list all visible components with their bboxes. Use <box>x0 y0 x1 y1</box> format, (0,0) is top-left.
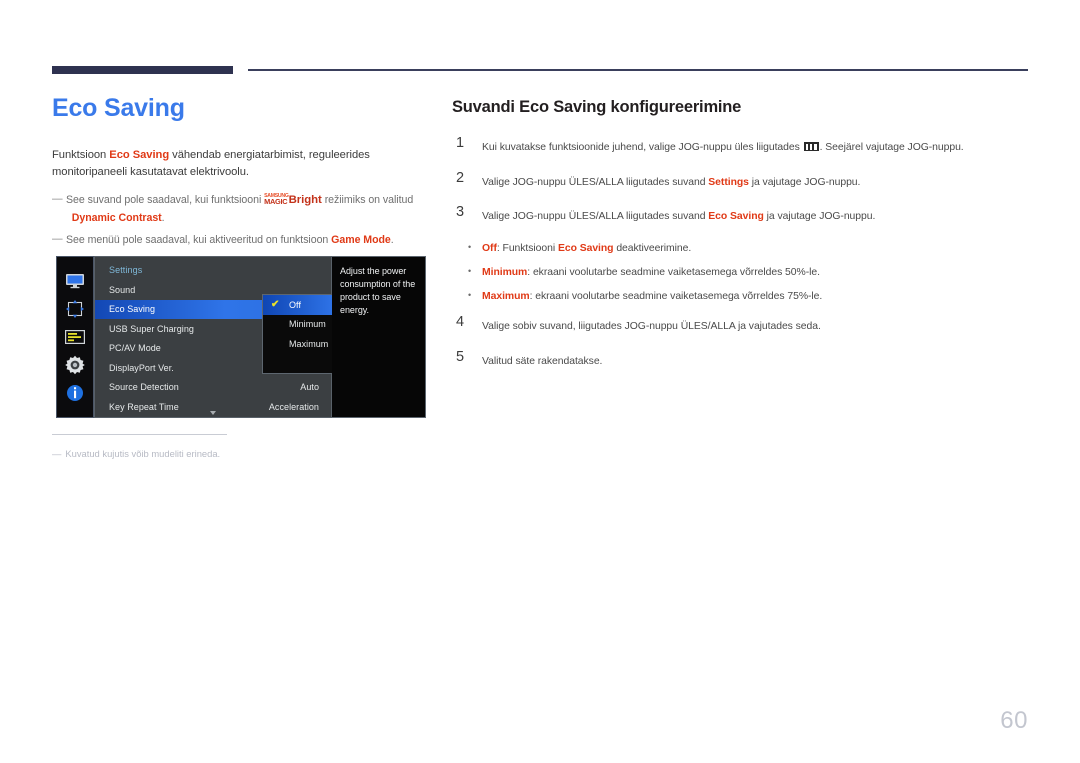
page-title: Eco Saving <box>52 94 185 122</box>
step-2-pre: Valige JOG-nuppu ÜLES/ALLA liigutades su… <box>482 176 709 188</box>
step-number: 3 <box>456 204 465 221</box>
note1-bold: Dynamic Contrast <box>71 211 162 224</box>
note-dynamic-contrast: ― See suvand pole saadaval, kui funktsioo… <box>52 192 432 225</box>
information-icon <box>64 383 86 403</box>
step-5: 5 Valitud säte rakendatakse. <box>452 348 1032 370</box>
onscreen-display-icon <box>64 327 86 347</box>
manual-page: Eco Saving Funktsioon Eco Saving vähenda… <box>0 0 1080 763</box>
step-1-pre: Kui kuvatakse funktsioonide juhend, vali… <box>482 142 803 153</box>
osd-submenu-label: Off <box>289 299 301 310</box>
page-number: 60 <box>1000 707 1028 734</box>
option-desc-bold: Eco Saving <box>557 242 614 254</box>
note2-end: . <box>390 233 394 246</box>
step-1-post: . Seejärel vajutage JOG-nuppu. <box>819 142 964 153</box>
note1-end: . <box>161 211 165 224</box>
note2-bold: Game Mode <box>331 233 391 246</box>
check-icon: ✔ <box>271 298 280 310</box>
chevron-down-icon[interactable] <box>210 411 216 415</box>
osd-item-label: PC/AV Mode <box>109 343 161 354</box>
note1-mid: režiimiks on valitud <box>321 194 414 207</box>
step-number: 1 <box>456 135 465 151</box>
option-name: Maximum <box>482 290 530 302</box>
step-3-pre: Valige JOG-nuppu ÜLES/ALLA liigutades su… <box>482 211 709 223</box>
step-2-bold: Settings <box>708 176 749 188</box>
osd-submenu-label: Minimum <box>289 319 326 330</box>
list-item: • Minimum: ekraani voolutarbe seadmine va… <box>452 265 1032 280</box>
step-1: 1 Kui kuvatakse funktsioonide juhend, va… <box>452 135 1032 156</box>
osd-item-value: Acceleration <box>268 401 319 412</box>
note-dash: ― <box>52 193 63 206</box>
note1-pre: See suvand pole saadaval, kui funktsioon… <box>66 194 265 207</box>
intro-paragraph: Funktsioon Eco Saving vähendab energiata… <box>52 147 432 182</box>
step-text: Kui kuvatakse funktsioonide juhend, vali… <box>482 142 964 153</box>
step-text: Valitud säte rakendatakse. <box>482 355 603 367</box>
option-list: • Off: Funktsiooni Eco Saving deaktiveeri… <box>452 241 1032 304</box>
step-text: Valige sobiv suvand, liigutades JOG-nupp… <box>482 321 821 333</box>
system-gear-icon <box>64 355 86 375</box>
osd-screenshot: Settings Sound Eco Saving USB Super Char… <box>56 256 426 418</box>
option-name: Minimum <box>482 266 528 278</box>
step-4: 4 Valige sobiv suvand, liigutades JOG-nu… <box>452 314 1032 335</box>
option-desc: : ekraani voolutarbe seadmine vaiketasem… <box>529 290 823 302</box>
intro-feature-name: Eco Saving <box>109 148 170 161</box>
option-desc: : ekraani voolutarbe seadmine vaiketasem… <box>527 266 820 278</box>
section-title: Suvandi Eco Saving konfigureerimine <box>452 98 742 116</box>
step-2: 2 Valige JOG-nuppu ÜLES/ALLA liigutades … <box>452 169 1032 191</box>
bullet-dot: • <box>468 241 472 252</box>
osd-menu-item-source-detection[interactable]: Source Detection Auto <box>95 378 331 398</box>
intro-pre: Funktsioon <box>52 148 110 161</box>
osd-item-label: USB Super Charging <box>109 323 194 334</box>
logo-bright-text: Bright <box>288 194 322 207</box>
note2-pre: See menüü pole saadaval, kui aktiveeritu… <box>66 233 332 246</box>
osd-item-label: Sound <box>109 284 136 295</box>
right-column: Suvandi Eco Saving konfigureerimine 1 Ku… <box>452 98 1032 385</box>
step-text: Valige JOG-nuppu ÜLES/ALLA liigutades su… <box>482 211 875 222</box>
step-3: 3 Valige JOG-nuppu ÜLES/ALLA liigutades … <box>452 204 1032 225</box>
option-desc: : Funktsiooni <box>496 242 558 254</box>
osd-item-value: Auto <box>300 382 319 393</box>
step-3-post: ja vajutage JOG-nuppu. <box>763 211 876 223</box>
samsung-magic-bright-logo: SAMSUNG MAGIC Bright <box>264 192 322 209</box>
step-number: 5 <box>456 348 465 365</box>
osd-item-label: Source Detection <box>109 382 179 393</box>
osd-menu-title: Settings <box>109 265 143 275</box>
step-number: 4 <box>456 314 465 331</box>
menu-keypad-icon <box>803 142 819 151</box>
note-game-mode: ― See menüü pole saadaval, kui aktiveerit… <box>52 232 432 248</box>
header-rule <box>248 69 1028 71</box>
option-name: Off <box>482 242 497 254</box>
display-icon <box>64 271 86 291</box>
osd-icon-sidebar <box>56 256 94 418</box>
osd-item-label: DisplayPort Ver. <box>109 362 174 373</box>
footnote-text: Kuvatud kujutis võib mudeliti erineda. <box>65 448 221 459</box>
osd-item-label: Eco Saving <box>109 304 156 315</box>
header-accent-bar <box>52 66 233 74</box>
logo-magic-text: MAGIC <box>264 197 288 207</box>
bullet-dot: • <box>468 289 472 300</box>
osd-item-label: Key Repeat Time <box>109 401 179 412</box>
step-2-post: ja vajutage JOG-nuppu. <box>748 176 861 188</box>
osd-help-panel: Adjust the power consumption of the prod… <box>332 256 426 418</box>
screen-adjust-icon <box>64 299 86 319</box>
footnote-rule <box>52 434 227 435</box>
left-column: Eco Saving Funktsioon Eco Saving vähenda… <box>52 94 432 254</box>
note-dash-2: ― <box>52 232 63 245</box>
step-text: Valige JOG-nuppu ÜLES/ALLA liigutades su… <box>482 177 860 188</box>
list-item: • Maximum: ekraani voolutarbe seadmine va… <box>452 289 1032 304</box>
step-3-bold: Eco Saving <box>708 211 764 223</box>
bullet-dot: • <box>468 265 472 276</box>
list-item: • Off: Funktsiooni Eco Saving deaktiveeri… <box>452 241 1032 256</box>
footnote-dash: ― <box>52 448 62 459</box>
osd-submenu-label: Maximum <box>289 338 329 349</box>
footnote: ― Kuvatud kujutis võib mudeliti erineda. <box>52 448 412 459</box>
option-desc-post: deaktiveerimine. <box>613 242 692 254</box>
step-number: 2 <box>456 169 465 186</box>
